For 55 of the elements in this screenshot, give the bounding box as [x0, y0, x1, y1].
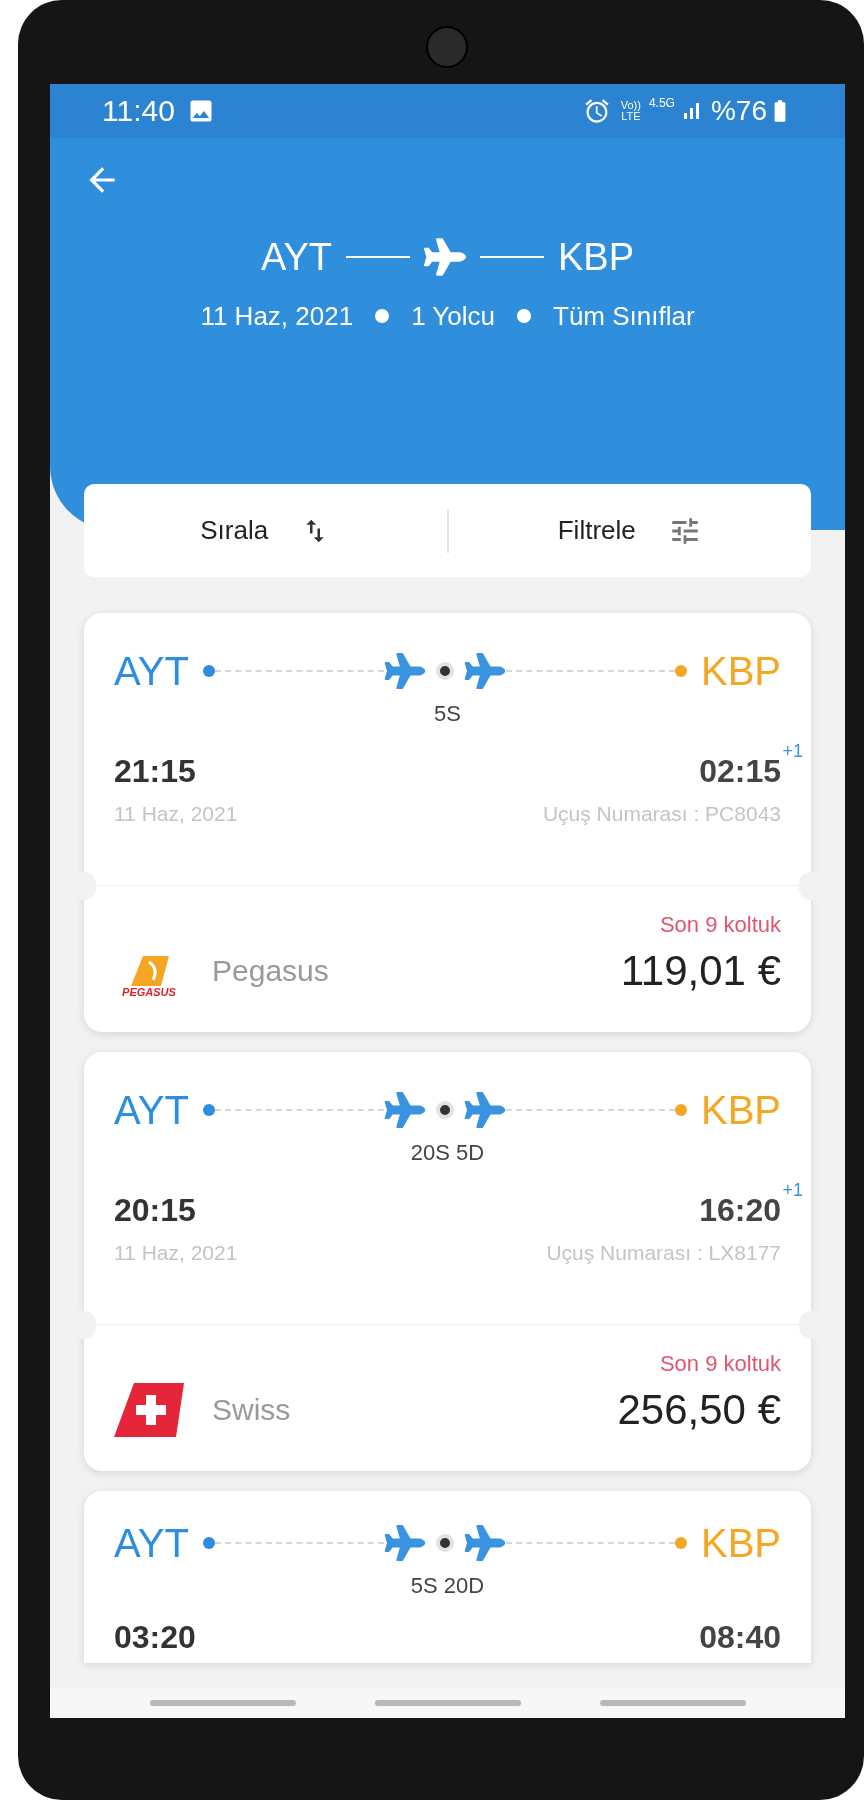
airline-name: Pegasus	[212, 953, 329, 989]
layover-duration: 20S 5D	[410, 1139, 485, 1167]
nav-button[interactable]	[374, 1700, 521, 1706]
price: 119,01 €	[620, 946, 781, 996]
route-line	[346, 256, 410, 258]
plane-icon	[383, 1092, 426, 1128]
nav-button[interactable]	[599, 1700, 746, 1706]
departure-time: 03:20	[114, 1618, 196, 1657]
seats-left: Son 9 koltuk	[659, 911, 781, 939]
layover-duration: 5S 20D	[410, 1572, 485, 1600]
search-detail: Tüm Sınıflar	[553, 300, 695, 332]
volte-label: LTE	[621, 111, 641, 122]
plane-icon	[383, 653, 426, 689]
departure-time: 20:15	[114, 1191, 196, 1230]
volte-label: Vo))	[620, 100, 641, 111]
flight-date: 11 Haz, 2021	[114, 801, 238, 827]
seats-left: Son 9 koltuk	[659, 1350, 781, 1378]
airline-logo: PEGASUS	[114, 944, 184, 998]
destination-code: KBP	[700, 1520, 781, 1567]
toolbar-button[interactable]: Sırala	[84, 484, 447, 577]
flight-date: 11 Haz, 2021	[114, 1240, 238, 1266]
plane-icon	[463, 1092, 506, 1128]
plane-icon	[383, 1525, 426, 1561]
price: 256,50 €	[617, 1385, 781, 1435]
arrival-time: 02:15	[699, 753, 781, 789]
route-line	[480, 256, 544, 258]
arrival-time: 08:40	[699, 1619, 781, 1655]
toolbar-button[interactable]: Filtrele	[448, 484, 811, 577]
destination-code: KBP	[700, 1087, 781, 1134]
flight-card[interactable]: AYT KBP 5S 20D 03:20 08:40	[84, 1491, 811, 1663]
day-offset: +1	[782, 1180, 803, 1200]
destination-code: KBP	[700, 648, 781, 695]
search-detail: 1 Yolcu	[411, 300, 495, 332]
route-origin: AYT	[260, 235, 332, 280]
plane-icon	[424, 237, 466, 277]
origin-code: AYT	[114, 648, 189, 695]
arrival-time: 16:20	[699, 1192, 781, 1228]
flight-number: Uçuş Numarası : PC8043	[542, 801, 781, 827]
origin-code: AYT	[114, 1520, 189, 1567]
plane-icon	[463, 1525, 506, 1561]
airline-name: Swiss	[212, 1392, 291, 1428]
nav-button[interactable]	[149, 1700, 296, 1706]
flight-number: Uçuş Numarası : LX8177	[546, 1240, 781, 1266]
origin-code: AYT	[114, 1087, 189, 1134]
plane-icon	[463, 653, 506, 689]
day-offset: +1	[782, 741, 803, 761]
camera-icon	[426, 26, 468, 68]
airline-logo	[114, 1383, 184, 1437]
route-destination: KBP	[558, 235, 635, 280]
departure-time: 21:15	[114, 752, 196, 791]
search-detail: 11 Haz, 2021	[200, 300, 354, 332]
network-label: 4.5G	[648, 96, 675, 110]
battery-percent: %76	[710, 94, 767, 128]
layover-duration: 5S	[434, 700, 461, 728]
status-time: 11:40	[102, 93, 175, 129]
